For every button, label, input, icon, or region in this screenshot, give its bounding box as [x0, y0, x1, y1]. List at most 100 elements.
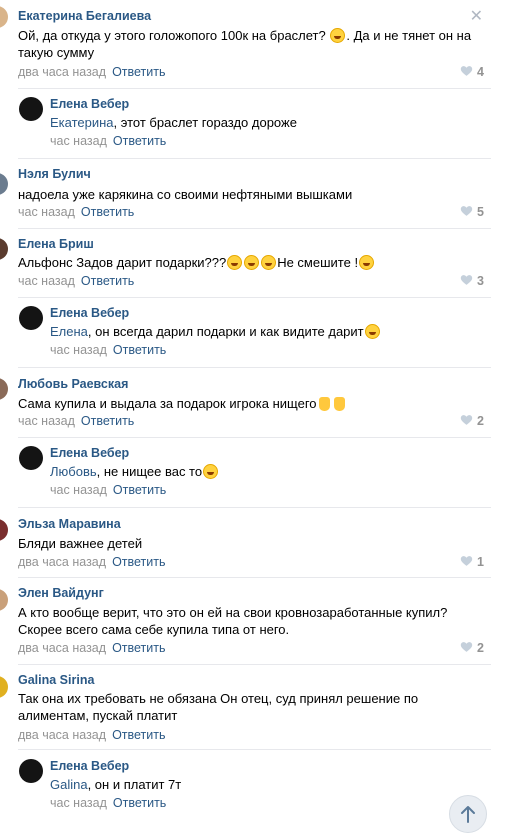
- comment-text: Ой, да откуда у этого голожопого 100к на…: [18, 28, 472, 60]
- avatar[interactable]: [0, 238, 8, 260]
- comment-time[interactable]: час назад: [50, 343, 107, 357]
- comment-time[interactable]: час назад: [18, 274, 75, 288]
- like-button[interactable]: 4: [460, 65, 484, 79]
- comment-time[interactable]: час назад: [50, 134, 107, 148]
- divider: [18, 664, 491, 665]
- avatar[interactable]: [0, 589, 8, 611]
- heart-icon: [460, 275, 473, 285]
- comment-author[interactable]: Елена Вебер: [50, 306, 129, 320]
- reply-button[interactable]: Ответить: [113, 343, 166, 357]
- divider: [18, 749, 491, 750]
- comment-meta: два часа назад Ответить: [18, 728, 166, 742]
- heart-icon: [460, 642, 473, 652]
- mention-link[interactable]: Екатерина: [50, 115, 114, 130]
- comment-meta: час назад Ответить: [50, 483, 166, 497]
- likes-count: 4: [477, 65, 484, 79]
- likes-count: 1: [477, 555, 484, 569]
- avatar[interactable]: [0, 173, 8, 195]
- divider: [18, 437, 491, 438]
- divider: [18, 228, 491, 229]
- comment-author[interactable]: Елена Вебер: [50, 759, 129, 773]
- reply-button[interactable]: Ответить: [112, 728, 165, 742]
- comment-time[interactable]: два часа назад: [18, 555, 106, 569]
- comment-text: Альфонс Задов дарит подарки??? Не смешите…: [18, 254, 491, 271]
- reply-button[interactable]: Ответить: [81, 274, 134, 288]
- comment-author[interactable]: Элен Вайдунг: [18, 586, 104, 600]
- comment-time[interactable]: час назад: [18, 414, 75, 428]
- avatar[interactable]: [0, 676, 8, 698]
- heart-icon: [460, 66, 473, 76]
- reply-button[interactable]: Ответить: [112, 641, 165, 655]
- comment-author[interactable]: Елена Вебер: [50, 446, 129, 460]
- divider: [18, 367, 491, 368]
- avatar[interactable]: [0, 378, 8, 400]
- reply-button[interactable]: Ответить: [113, 134, 166, 148]
- comment-meta: два часа назад Ответить: [18, 641, 166, 655]
- comment-author[interactable]: Эльза Маравина: [18, 517, 121, 531]
- comment-author[interactable]: Елена Вебер: [50, 97, 129, 111]
- like-button[interactable]: 2: [460, 414, 484, 428]
- avatar[interactable]: [19, 446, 43, 470]
- comment-author[interactable]: Galina Sirina: [18, 673, 94, 687]
- reply-button[interactable]: Ответить: [81, 414, 134, 428]
- like-button[interactable]: 3: [460, 274, 484, 288]
- comment-text: Екатерина, этот браслет гораздо дороже: [50, 115, 297, 130]
- likes-count: 5: [477, 205, 484, 219]
- avatar[interactable]: [0, 519, 8, 541]
- mention-link[interactable]: Galina: [50, 777, 88, 792]
- mention-link[interactable]: Елена: [50, 324, 88, 339]
- comment-meta: час назад Ответить: [18, 414, 134, 428]
- comment-meta: час назад Ответить: [18, 205, 134, 219]
- thumbs-down-emoji-icon: [333, 397, 345, 411]
- heart-icon: [460, 415, 473, 425]
- comment-author[interactable]: Нэля Булич: [18, 167, 91, 181]
- avatar[interactable]: [19, 306, 43, 330]
- wink-emoji-icon: [359, 255, 375, 270]
- like-button[interactable]: 1: [460, 555, 484, 569]
- comment-author[interactable]: Екатерина Бегалиева: [18, 9, 151, 23]
- comment-text: Елена, он всегда дарил подарки и как вид…: [50, 323, 491, 340]
- heart-icon: [460, 556, 473, 566]
- comment-author[interactable]: Любовь Раевская: [18, 377, 128, 391]
- comment-time[interactable]: час назад: [50, 483, 107, 497]
- comment-meta: два часа назад Ответить: [18, 555, 166, 569]
- comment-text: надоела уже карякина со своими нефтяными…: [18, 187, 353, 202]
- comment-meta: два часа назад Ответить: [18, 65, 166, 79]
- comment-text: Так она их требовать не обязана Он отец,…: [18, 691, 419, 723]
- scroll-to-top-button[interactable]: [449, 795, 487, 833]
- divider: [18, 88, 491, 89]
- comment-time[interactable]: два часа назад: [18, 728, 106, 742]
- comment-author[interactable]: Елена Бриш: [18, 237, 94, 251]
- comment-time[interactable]: два часа назад: [18, 641, 106, 655]
- divider: [18, 577, 491, 578]
- avatar[interactable]: [19, 97, 43, 121]
- divider: [18, 297, 491, 298]
- thumbs-down-emoji-icon: [318, 397, 330, 411]
- divider: [18, 507, 491, 508]
- comment-time[interactable]: час назад: [50, 796, 107, 810]
- reply-button[interactable]: Ответить: [113, 796, 166, 810]
- rolling-eyes-emoji-icon: [203, 464, 219, 479]
- rofl-emoji-icon: [330, 28, 346, 43]
- comment-meta: час назад Ответить: [50, 796, 166, 810]
- reply-button[interactable]: Ответить: [81, 205, 134, 219]
- comment-text: Сама купила и выдала за подарок игрока н…: [18, 395, 491, 412]
- avatar[interactable]: [0, 6, 8, 28]
- rofl-emoji-icon: [261, 255, 277, 270]
- reply-button[interactable]: Ответить: [112, 555, 165, 569]
- like-button[interactable]: 2: [460, 641, 484, 655]
- close-icon[interactable]: ✕: [470, 9, 483, 25]
- reply-button[interactable]: Ответить: [112, 65, 165, 79]
- rofl-emoji-icon: [244, 255, 260, 270]
- avatar[interactable]: [19, 759, 43, 783]
- mention-link[interactable]: Любовь: [50, 464, 97, 479]
- comment-text: Любовь, не нищее вас то: [50, 463, 491, 480]
- comment-time[interactable]: час назад: [18, 205, 75, 219]
- comment-text: А кто вообще верит, что это он ей на сво…: [18, 605, 448, 637]
- arrow-up-icon: [461, 806, 475, 823]
- reply-button[interactable]: Ответить: [113, 483, 166, 497]
- comment-text: Galina, он и платит 7т: [50, 777, 182, 792]
- comment-meta: час назад Ответить: [50, 343, 166, 357]
- comment-time[interactable]: два часа назад: [18, 65, 106, 79]
- like-button[interactable]: 5: [460, 205, 484, 219]
